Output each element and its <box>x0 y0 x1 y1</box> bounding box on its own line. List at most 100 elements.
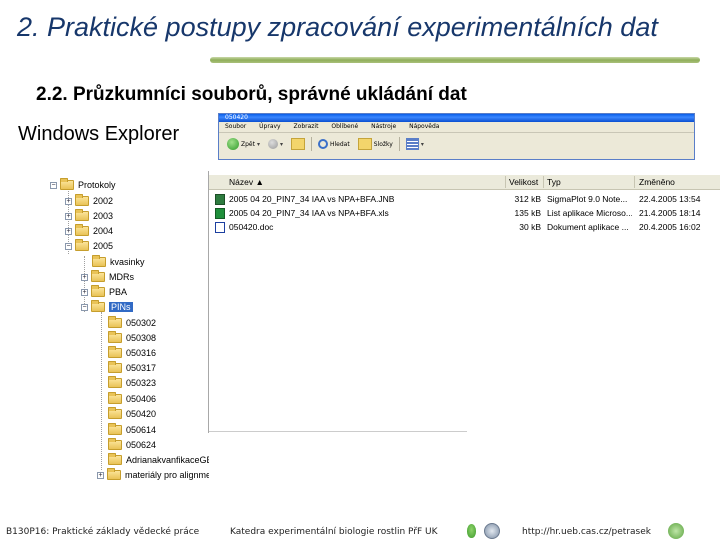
tree-item-protokoly[interactable]: − Protokoly <box>50 178 116 192</box>
tree-item-label: 2003 <box>93 211 114 221</box>
expand-icon[interactable]: + <box>81 273 88 281</box>
folder-up-icon <box>291 138 305 150</box>
tree-item-kvasinky[interactable]: kvasinky <box>92 255 145 269</box>
menu-item-help[interactable]: Nápověda <box>409 123 439 130</box>
column-divider[interactable] <box>634 176 635 188</box>
tree-item-label: PBA <box>109 287 128 297</box>
menu-item-tools[interactable]: Nástroje <box>371 123 396 130</box>
tree-item-050316[interactable]: 050316 <box>108 346 156 360</box>
collapse-icon[interactable]: − <box>50 181 57 189</box>
tree-item-label: 2004 <box>93 226 114 236</box>
tree-item-pins[interactable]: − PINs <box>81 300 133 314</box>
chevron-down-icon: ▾ <box>420 140 424 148</box>
chevron-down-icon: ▾ <box>279 140 283 148</box>
tree-item-050302[interactable]: 050302 <box>108 316 156 330</box>
expand-icon[interactable]: + <box>65 197 72 205</box>
file-row[interactable]: 2005 04 20_PIN7_34 IAA vs NPA+BFA.xls 13… <box>209 207 720 220</box>
forward-button[interactable]: ▾ <box>266 137 285 151</box>
tree-item-label: kvasinky <box>110 257 145 267</box>
file-list-pane: Název ▲ Velikost Typ Změněno 2005 04 20_… <box>208 171 720 433</box>
menu-item-file[interactable]: Soubor <box>225 123 246 130</box>
menu-item-edit[interactable]: Úpravy <box>259 123 280 130</box>
column-header-size[interactable]: Velikost <box>509 177 538 187</box>
file-row[interactable]: 050420.doc 30 kB Dokument aplikace ... 2… <box>209 221 720 234</box>
tree-item-2004[interactable]: + 2004 <box>65 224 113 238</box>
file-modified: 22.4.2005 13:54 <box>639 194 701 204</box>
file-name: 2005 04 20_PIN7_34 IAA vs NPA+BFA.JNB <box>229 194 395 204</box>
tree-item-050317[interactable]: 050317 <box>108 361 156 375</box>
chevron-down-icon: ▾ <box>256 140 260 148</box>
folder-icon <box>60 178 74 190</box>
file-row[interactable]: 2005 04 20_PIN7_34 IAA vs NPA+BFA.JNB 31… <box>209 193 720 206</box>
tree-item-label: 050406 <box>126 394 157 404</box>
search-button[interactable]: Hledat <box>316 137 352 151</box>
footer-department: Katedra experimentální biologie rostlin … <box>230 527 438 537</box>
expand-icon[interactable]: + <box>65 212 72 220</box>
column-divider[interactable] <box>505 176 506 188</box>
tree-item-050420[interactable]: 050420 <box>108 407 156 421</box>
tree-item-label: MDRs <box>109 272 134 282</box>
back-button-label: Zpět <box>241 140 255 148</box>
column-header-modified[interactable]: Změněno <box>639 177 675 187</box>
column-header-type[interactable]: Typ <box>547 177 561 187</box>
back-button[interactable]: Zpět ▾ <box>225 137 262 151</box>
footer-url[interactable]: http://hr.ueb.cas.cz/petrasek <box>522 527 651 537</box>
title-underline <box>210 57 700 63</box>
file-list-header: Název ▲ Velikost Typ Změněno <box>209 175 720 190</box>
expand-icon[interactable]: + <box>81 288 88 296</box>
folders-button[interactable]: Složky <box>356 137 395 151</box>
folder-icon <box>108 331 122 343</box>
tree-item-label: 050624 <box>126 440 157 450</box>
collapse-icon[interactable]: − <box>81 303 88 311</box>
expand-icon[interactable]: + <box>97 471 104 479</box>
tree-item-materialy[interactable]: + materiály pro alignme <box>97 468 209 482</box>
expand-icon[interactable]: + <box>65 227 72 235</box>
toolbar-divider <box>311 137 312 151</box>
tree-item-050406[interactable]: 050406 <box>108 392 156 406</box>
folder-icon <box>75 194 89 206</box>
toolbar-divider <box>398 137 400 151</box>
column-divider[interactable] <box>543 176 544 188</box>
views-button[interactable]: ▾ <box>404 137 426 151</box>
column-header-name[interactable]: Název ▲ <box>229 177 264 187</box>
tree-item-2003[interactable]: + 2003 <box>65 209 113 223</box>
tree-item-050308[interactable]: 050308 <box>108 331 156 345</box>
file-modified: 21.4.2005 18:14 <box>639 208 701 218</box>
folder-icon <box>108 438 122 450</box>
explorer-titlebar[interactable]: 050420 <box>219 114 694 122</box>
slide-footer: B130P16: Praktické základy vědecké práce… <box>0 522 720 540</box>
tree-item-adrianakvanfikacege[interactable]: AdrianakvanfikaceGE <box>108 453 209 467</box>
collapse-icon[interactable]: − <box>65 242 72 250</box>
tree-item-label: AdrianakvanfikaceGE <box>126 455 209 465</box>
folder-tree: − Protokoly + 2002 + 2003 + 2004 − 2005 … <box>44 172 209 484</box>
up-folder-button[interactable] <box>289 137 307 151</box>
tree-item-2005[interactable]: − 2005 <box>65 239 113 253</box>
word-file-icon <box>215 222 225 233</box>
back-arrow-icon <box>227 138 239 150</box>
file-name: 2005 04 20_PIN7_34 IAA vs NPA+BFA.xls <box>229 208 389 218</box>
excel-file-icon <box>215 208 225 219</box>
tree-item-2002[interactable]: + 2002 <box>65 194 113 208</box>
tree-item-mdrs[interactable]: + MDRs <box>81 270 134 284</box>
folder-icon <box>75 224 89 236</box>
tree-guide-line <box>101 312 102 470</box>
menu-item-favorites[interactable]: Oblíbené <box>331 123 358 130</box>
explorer-menubar: Soubor Úpravy Zobrazit Oblíbené Nástroje… <box>219 122 694 133</box>
windows-explorer-label: Windows Explorer <box>18 123 180 145</box>
tree-item-label-selected: PINs <box>109 302 133 312</box>
tree-item-label: 050614 <box>126 425 157 435</box>
tree-item-label: 050317 <box>126 363 157 373</box>
tree-item-label: materiály pro alignme <box>125 470 209 480</box>
tree-item-050624[interactable]: 050624 <box>108 438 156 452</box>
folder-icon <box>108 423 122 435</box>
folder-icon <box>108 376 122 388</box>
menu-item-view[interactable]: Zobrazit <box>294 123 319 130</box>
folder-icon <box>91 270 105 282</box>
tree-item-050614[interactable]: 050614 <box>108 423 156 437</box>
tree-item-label: 050302 <box>126 318 157 328</box>
tree-item-pba[interactable]: + PBA <box>81 285 127 299</box>
folder-icon <box>108 392 122 404</box>
explorer-toolbar: Zpět ▾ ▾ Hledat Složky ▾ <box>219 133 694 155</box>
slide-subtitle: 2.2. Průzkumníci souborů, správné ukládá… <box>36 84 467 105</box>
tree-item-050323[interactable]: 050323 <box>108 376 156 390</box>
